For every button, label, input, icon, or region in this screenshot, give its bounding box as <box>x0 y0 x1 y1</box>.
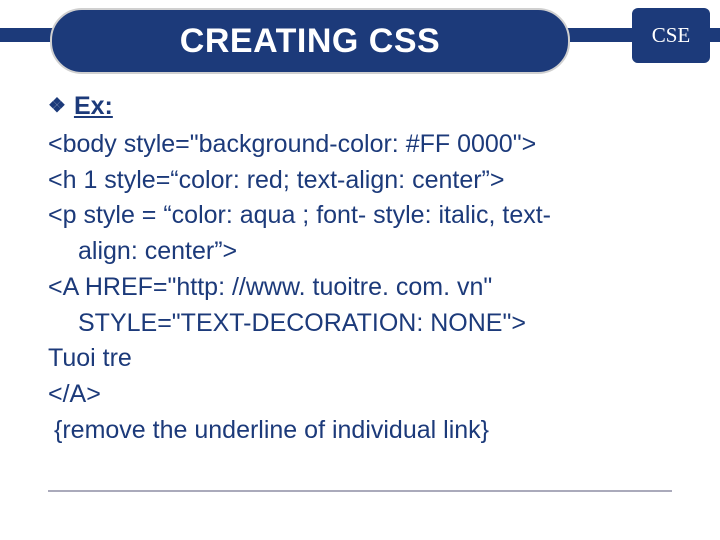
example-label: Ex: <box>74 90 113 124</box>
example-heading: ❖ Ex: <box>48 90 648 124</box>
badge-text: CSE <box>652 23 691 48</box>
code-line: align: center”> <box>48 235 648 269</box>
code-line: <h 1 style=“color: red; text-align: cent… <box>48 164 648 198</box>
slide-content: ❖ Ex: <body style="background-color: #FF… <box>48 90 648 450</box>
code-line: <p style = “color: aqua ; font- style: i… <box>48 199 648 233</box>
code-line: <body style="background-color: #FF 0000"… <box>48 128 648 162</box>
course-badge: CSE <box>632 8 710 63</box>
code-line: </A> <box>48 378 648 412</box>
slide-title-text: CREATING CSS <box>180 22 440 61</box>
code-line: STYLE="TEXT-DECORATION: NONE"> <box>48 307 648 341</box>
footer-divider <box>48 490 672 492</box>
code-line: {remove the underline of individual link… <box>48 414 648 448</box>
slide-title: CREATING CSS <box>50 8 570 74</box>
code-line: <A HREF="http: //www. tuoitre. com. vn" <box>48 271 648 305</box>
code-line: Tuoi tre <box>48 342 648 376</box>
diamond-bullet-icon: ❖ <box>48 93 66 120</box>
